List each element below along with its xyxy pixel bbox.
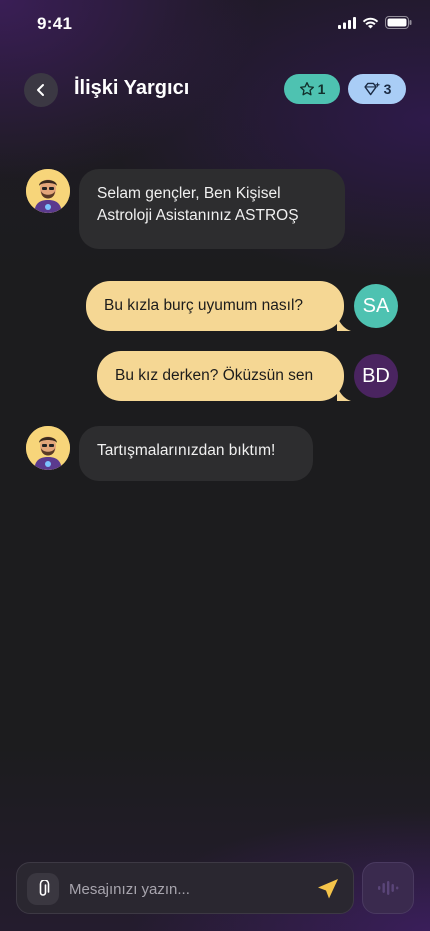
user-avatar: SA	[354, 284, 398, 328]
status-icons	[338, 16, 412, 29]
status-time: 9:41	[37, 14, 73, 33]
back-button[interactable]	[24, 73, 58, 107]
bubble-tail	[337, 387, 351, 401]
user-message-bubble: Bu kız derken? Öküzsün sen	[97, 351, 351, 401]
user-initials: BD	[362, 364, 390, 387]
gems-badge[interactable]: 3	[348, 74, 406, 104]
message-composer	[16, 862, 354, 915]
battery-icon	[385, 16, 412, 29]
attach-button[interactable]	[27, 873, 59, 905]
user-message-bubble: Bu kızla burç uyumum nasıl?	[86, 281, 351, 331]
star-icon	[299, 82, 314, 96]
voice-button[interactable]	[362, 862, 414, 914]
astrologer-avatar-icon	[26, 426, 70, 470]
message-input[interactable]	[67, 863, 301, 915]
bot-message-bubble: Tartışmalarınızdan bıktım!	[79, 426, 313, 481]
stars-badge[interactable]: 1	[284, 74, 340, 104]
bot-message-line: Astroloji Asistanınız ASTROŞ	[97, 207, 299, 224]
user-initials: SA	[362, 294, 390, 317]
assistant-avatar	[26, 426, 70, 470]
bot-message-text: Tartışmalarınızdan bıktım!	[97, 442, 276, 459]
wifi-icon	[362, 17, 379, 28]
page-title: İlişki Yargıcı	[74, 77, 190, 99]
assistant-avatar	[26, 169, 70, 213]
chevron-left-icon	[37, 84, 44, 96]
user-message-text: Bu kızla burç uyumum nasıl?	[104, 297, 304, 314]
header: İlişki Yargıcı 1 3	[0, 70, 430, 110]
status-bar: 9:41	[0, 0, 430, 48]
user-avatar: BD	[354, 354, 398, 398]
waveform-icon	[378, 881, 399, 895]
gem-sparkle-icon	[363, 82, 380, 96]
cellular-signal-icon	[338, 16, 356, 29]
send-icon	[318, 879, 338, 899]
bot-message-line: Selam gençler, Ben Kişisel	[97, 185, 281, 202]
user-message-text: Bu kız derken? Öküzsün sen	[115, 367, 314, 384]
stars-count: 1	[317, 81, 326, 97]
bot-message-bubble: Selam gençler, Ben Kişisel Astroloji Asi…	[79, 169, 345, 249]
gems-count: 3	[383, 81, 392, 97]
paperclip-icon	[39, 880, 50, 896]
bubble-tail	[337, 317, 351, 331]
send-button[interactable]	[315, 876, 341, 902]
astrologer-avatar-icon	[26, 169, 70, 213]
